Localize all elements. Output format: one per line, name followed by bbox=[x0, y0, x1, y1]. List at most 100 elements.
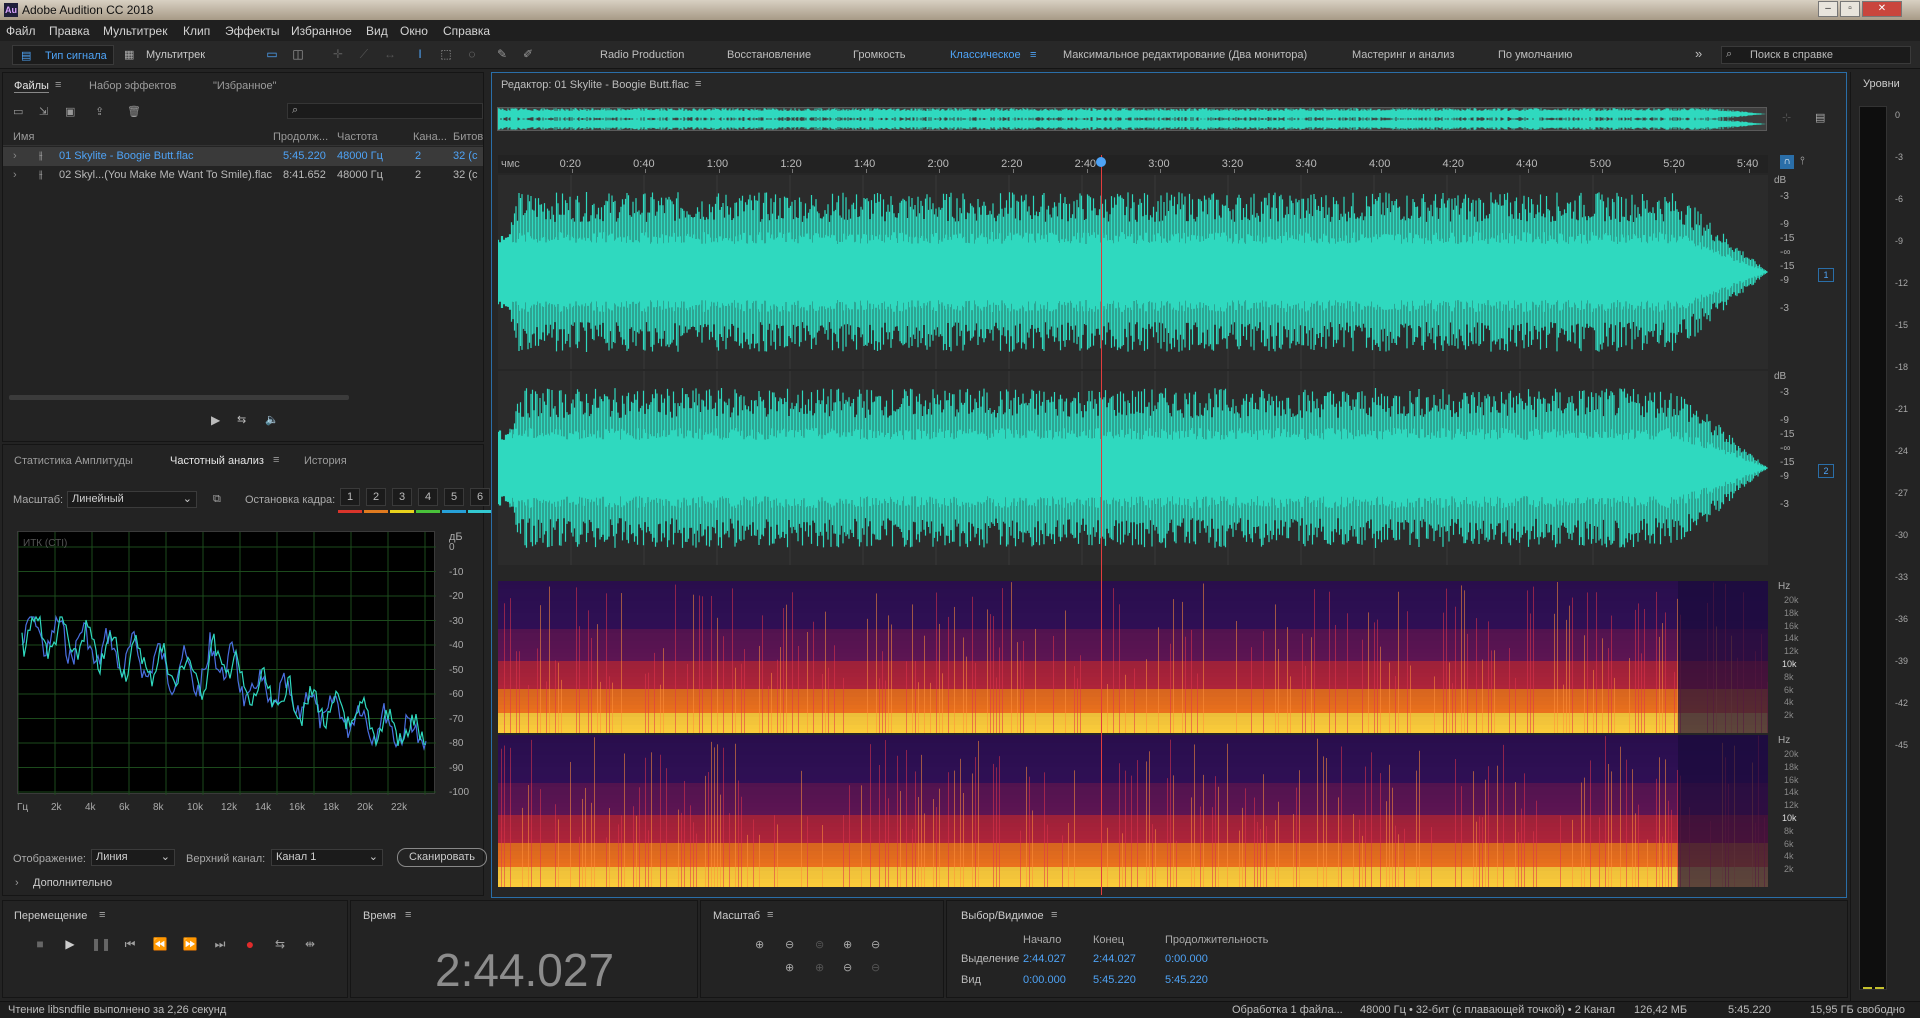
slip-tool-icon[interactable]: ↔ bbox=[382, 47, 398, 61]
playhead[interactable] bbox=[1101, 155, 1103, 895]
advanced-toggle[interactable]: Дополнительно bbox=[33, 877, 112, 889]
waveform-display-icon[interactable]: ▭ bbox=[264, 47, 280, 61]
play-icon[interactable]: ▶ bbox=[211, 413, 220, 427]
import-file-icon[interactable]: ⇲ bbox=[39, 105, 48, 118]
tab-files[interactable]: Файлы bbox=[14, 80, 49, 93]
help-search-field[interactable]: ⌕ Поиск в справке bbox=[1721, 46, 1911, 64]
skip-forward-icon[interactable]: ⏭ bbox=[211, 935, 229, 953]
close-button[interactable]: ✕ bbox=[1862, 1, 1902, 17]
brush-tool-icon[interactable]: ✎ bbox=[494, 47, 510, 61]
maximize-button[interactable]: ▫ bbox=[1840, 1, 1860, 17]
time-menu-icon[interactable]: ≡ bbox=[405, 909, 411, 921]
selection-duration-value[interactable]: 0:00.000 bbox=[1165, 953, 1208, 965]
freeze-frame-button[interactable]: 1 bbox=[340, 488, 360, 506]
files-menu-icon[interactable]: ≡ bbox=[55, 79, 61, 91]
menu-favorites[interactable]: Избранное bbox=[291, 24, 352, 38]
zoom-out-amplitude-icon[interactable]: ⊖ bbox=[785, 938, 794, 951]
copy-icon[interactable]: ⧉ bbox=[213, 493, 221, 506]
loop-icon[interactable]: ⇆ bbox=[237, 413, 246, 426]
column-rate[interactable]: Частота bbox=[337, 131, 378, 143]
time-selection-tool-icon[interactable]: I bbox=[412, 47, 428, 61]
stop-icon[interactable]: ■ bbox=[31, 935, 49, 953]
marquee-tool-icon[interactable]: ⬚ bbox=[438, 47, 454, 61]
skip-selection-icon[interactable]: ⇹ bbox=[301, 935, 319, 953]
tab-favorites[interactable]: "Избранное" bbox=[213, 80, 277, 92]
lasso-tool-icon[interactable]: ◌ bbox=[464, 47, 480, 61]
zoom-in-end-icon[interactable]: ⊕ bbox=[815, 961, 824, 974]
analysis-menu-icon[interactable]: ≡ bbox=[273, 454, 279, 466]
zoom-reset-amplitude-icon[interactable]: ⊜ bbox=[815, 938, 824, 951]
pause-icon[interactable]: ❚❚ bbox=[91, 935, 111, 953]
workspace-max-edit[interactable]: Максимальное редактирование (Два монитор… bbox=[1063, 49, 1307, 61]
column-channels[interactable]: Кана... bbox=[413, 131, 447, 143]
zoom-selection-icon[interactable]: ⊖ bbox=[843, 961, 852, 974]
rewind-icon[interactable]: ⏪ bbox=[151, 935, 169, 953]
menu-window[interactable]: Окно bbox=[400, 24, 428, 38]
fast-forward-icon[interactable]: ⏩ bbox=[181, 935, 199, 953]
workspace-restoration[interactable]: Восстановление bbox=[727, 49, 811, 61]
menu-help[interactable]: Справка bbox=[443, 24, 490, 38]
spectral-channel-1[interactable] bbox=[498, 581, 1768, 733]
delete-file-icon[interactable]: 🗑 bbox=[127, 105, 141, 118]
insert-multitrack-icon[interactable]: ⇪ bbox=[95, 105, 104, 118]
display-select[interactable]: Линия ⌄ bbox=[91, 849, 175, 866]
channel-1-badge[interactable]: 1 bbox=[1818, 268, 1834, 282]
chevron-right-icon[interactable]: › bbox=[15, 877, 19, 889]
editor-menu-icon[interactable]: ≡ bbox=[695, 78, 701, 90]
menu-file[interactable]: Файл bbox=[6, 24, 36, 38]
freeze-frame-button[interactable]: 2 bbox=[366, 488, 386, 506]
file-row-1[interactable]: › ⫲ 01 Skylite - Boogie Butt.flac 5:45.2… bbox=[3, 147, 483, 166]
selection-menu-icon[interactable]: ≡ bbox=[1051, 909, 1057, 921]
column-bits[interactable]: Битов bbox=[453, 131, 483, 143]
selection-end-value[interactable]: 2:44.027 bbox=[1093, 953, 1136, 965]
spectral-channel-2[interactable] bbox=[498, 735, 1768, 887]
snap-icon[interactable]: ∩ bbox=[1780, 155, 1794, 169]
loop-playback-icon[interactable]: ⇆ bbox=[271, 935, 289, 953]
play-icon[interactable]: ▶ bbox=[61, 935, 79, 953]
zoom-in-amplitude-icon[interactable]: ⊹ bbox=[1782, 111, 1791, 124]
menu-multitrack[interactable]: Мультитрек bbox=[103, 24, 167, 38]
scale-select[interactable]: Линейный ⌄ bbox=[67, 491, 197, 508]
files-search-input[interactable]: ⌕ bbox=[287, 103, 483, 119]
overview-bar[interactable] bbox=[497, 107, 1767, 131]
time-ruler[interactable]: чмс 0:20 0:40 1:00 1:20 1:40 2:00 2:20 2:40 3:00… bbox=[498, 155, 1768, 173]
workspace-menu-icon[interactable]: ≡ bbox=[1030, 49, 1036, 61]
tab-amplitude-stats[interactable]: Статистика Амплитуды bbox=[14, 455, 133, 467]
files-scrollbar[interactable] bbox=[9, 395, 349, 400]
view-end-value[interactable]: 5:45.220 bbox=[1093, 974, 1136, 986]
channel-2-badge[interactable]: 2 bbox=[1818, 464, 1834, 478]
zoom-menu-icon[interactable]: ≡ bbox=[767, 909, 773, 921]
tab-effects-rack[interactable]: Набор эффектов bbox=[89, 80, 176, 92]
view-start-value[interactable]: 0:00.000 bbox=[1023, 974, 1066, 986]
zoom-in-time-icon[interactable]: ⊕ bbox=[843, 938, 852, 951]
tab-frequency-analysis[interactable]: Частотный анализ bbox=[170, 455, 264, 467]
new-file-icon[interactable]: ▣ bbox=[65, 105, 75, 118]
workspace-radio-production[interactable]: Radio Production bbox=[600, 49, 684, 61]
zoom-in-start-icon[interactable]: ⊕ bbox=[785, 961, 794, 974]
workspace-loudness[interactable]: Громкость bbox=[853, 49, 905, 61]
freeze-frame-button[interactable]: 4 bbox=[418, 488, 438, 506]
pin-icon[interactable]: ⫯ bbox=[1800, 155, 1805, 168]
workspace-mastering[interactable]: Мастеринг и анализ bbox=[1352, 49, 1454, 61]
menu-clip[interactable]: Клип bbox=[183, 24, 210, 38]
column-name[interactable]: Имя bbox=[13, 131, 34, 143]
skip-back-icon[interactable]: ⏮ bbox=[121, 935, 139, 953]
autoplay-icon[interactable]: 🔈 bbox=[265, 413, 279, 426]
selection-start-value[interactable]: 2:44.027 bbox=[1023, 953, 1066, 965]
expand-icon[interactable]: › bbox=[13, 169, 17, 181]
record-icon[interactable]: ● bbox=[241, 935, 259, 953]
waveform-channel-1[interactable] bbox=[496, 175, 1768, 369]
menu-edit[interactable]: Правка bbox=[49, 24, 90, 38]
spot-healing-icon[interactable]: ✐ bbox=[520, 47, 536, 61]
waveform-view-button[interactable]: ▤ Тип сигнала bbox=[12, 45, 114, 65]
tab-history[interactable]: История bbox=[304, 455, 347, 467]
panel-options-icon[interactable]: ▤ bbox=[1815, 111, 1825, 124]
menu-view[interactable]: Вид bbox=[366, 24, 388, 38]
freeze-frame-button[interactable]: 3 bbox=[392, 488, 412, 506]
razor-tool-icon[interactable]: ⟋ bbox=[356, 47, 372, 61]
expand-icon[interactable]: › bbox=[13, 150, 17, 162]
spectral-display-icon[interactable]: ◫ bbox=[290, 47, 306, 61]
zoom-to-selection-icon[interactable]: ⊖ bbox=[871, 961, 880, 974]
zoom-out-full-icon[interactable]: ⊖ bbox=[871, 938, 880, 951]
transport-menu-icon[interactable]: ≡ bbox=[99, 909, 105, 921]
